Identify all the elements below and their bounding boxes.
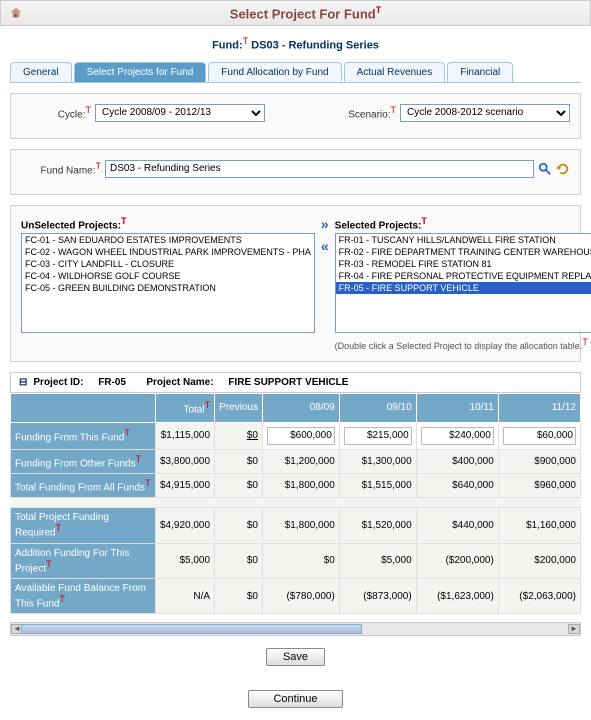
cycle-label: Cycle:T: [21, 105, 91, 120]
list-item[interactable]: FC-01 - SAN EDUARDO ESTATES IMPROVEMENTS: [22, 234, 314, 246]
list-item[interactable]: FC-03 - CITY LANDFILL - CLOSURE: [22, 258, 314, 270]
col-0809: 08/09: [262, 394, 339, 422]
fund-summary: Fund:T DS03 - Refunding Series: [0, 26, 591, 62]
list-item[interactable]: FR-02 - FIRE DEPARTMENT TRAINING CENTER …: [336, 246, 591, 258]
list-item[interactable]: FC-04 - WILDHORSE GOLF COURSE: [22, 270, 314, 282]
tab-select-projects[interactable]: Select Projects for Fund: [74, 62, 207, 82]
project-header: ⊟ Project ID: FR-05 Project Name: FIRE S…: [10, 372, 581, 393]
col-1112: 11/12: [498, 394, 580, 422]
cell-input[interactable]: [503, 427, 576, 445]
table-row: Funding From This FundT $1,115,000 $0: [11, 422, 581, 449]
scroll-thumb[interactable]: [21, 624, 362, 634]
col-1011: 10/11: [416, 394, 498, 422]
selected-label: Selected Projects:T: [335, 216, 591, 231]
unselected-listbox[interactable]: FC-01 - SAN EDUARDO ESTATES IMPROVEMENTS…: [21, 233, 315, 333]
dbl-click-note: (Double click a Selected Project to disp…: [335, 337, 591, 351]
list-item[interactable]: FR-03 - REMODEL FIRE STATION 81: [336, 258, 591, 270]
scenario-label: Scenario:T: [348, 105, 396, 120]
table-row: Available Fund Balance From This FundT N…: [11, 578, 581, 613]
col-total: TotalT: [156, 394, 215, 422]
list-item[interactable]: FR-05 - FIRE SUPPORT VEHICLE: [336, 282, 591, 294]
scroll-right-icon[interactable]: ►: [568, 624, 580, 634]
tab-allocation[interactable]: Fund Allocation by Fund: [208, 62, 341, 82]
col-blank: [11, 394, 156, 422]
list-item[interactable]: FR-01 - TUSCANY HILLS/LANDWELL FIRE STAT…: [336, 234, 591, 246]
search-icon[interactable]: [538, 162, 552, 176]
list-item[interactable]: FR-04 - FIRE PERSONAL PROTECTIVE EQUIPME…: [336, 270, 591, 282]
collapse-icon[interactable]: ⊟: [19, 377, 27, 388]
cell-input[interactable]: [344, 427, 412, 445]
list-item[interactable]: FC-02 - WAGON WHEEL INDUSTRIAL PARK IMPR…: [22, 246, 314, 258]
tab-actual-revenues[interactable]: Actual Revenues: [344, 62, 446, 82]
move-left-icon[interactable]: «: [321, 238, 329, 254]
home-icon[interactable]: [9, 6, 23, 20]
page-title: Select Project For FundT: [29, 5, 582, 21]
selected-listbox[interactable]: FR-01 - TUSCANY HILLS/LANDWELL FIRE STAT…: [335, 233, 591, 333]
fund-name-input[interactable]: [105, 160, 534, 178]
move-right-icon[interactable]: »: [321, 216, 329, 232]
tab-bar: General Select Projects for Fund Fund Al…: [10, 62, 581, 83]
col-previous: Previous: [215, 394, 263, 422]
list-item[interactable]: FC-05 - GREEN BUILDING DEMONSTRATION: [22, 282, 314, 294]
tab-financial[interactable]: Financial: [447, 62, 513, 82]
save-button[interactable]: Save: [266, 648, 325, 666]
table-row: Addition Funding For This ProjectT $5,00…: [11, 543, 581, 578]
cell-input[interactable]: [421, 427, 494, 445]
unselected-label: UnSelected Projects:T: [21, 216, 315, 231]
col-0910: 09/10: [339, 394, 416, 422]
fund-name-label: Fund Name:T: [21, 161, 101, 176]
tab-general[interactable]: General: [10, 62, 72, 82]
cell-input[interactable]: [267, 427, 335, 445]
funding-grid: TotalT Previous 08/09 09/10 10/11 11/12 …: [10, 393, 581, 614]
refresh-icon[interactable]: [556, 162, 570, 176]
table-row: Total Project Funding RequiredT $4,920,0…: [11, 508, 581, 543]
scenario-select[interactable]: Cycle 2008-2012 scenario: [400, 104, 570, 122]
horizontal-scrollbar[interactable]: ◄ ►: [10, 622, 581, 636]
cycle-select[interactable]: Cycle 2008/09 - 2012/13: [95, 104, 265, 122]
continue-button[interactable]: Continue: [248, 690, 342, 708]
table-row: Total Funding From All FundsT $4,915,000…: [11, 473, 581, 497]
table-row: Funding From Other FundsT $3,800,000$0$1…: [11, 449, 581, 473]
